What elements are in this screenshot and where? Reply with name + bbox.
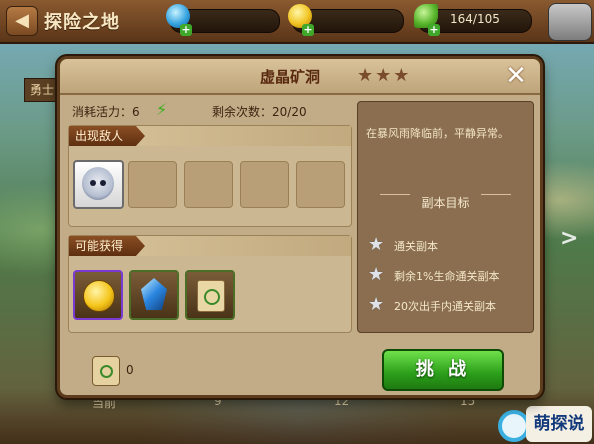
goal-star-icon: ★ bbox=[368, 294, 385, 315]
scroll-swirl bbox=[204, 289, 220, 305]
empty-enemy-slot bbox=[296, 161, 345, 208]
goal-title: 副本目标 bbox=[421, 196, 470, 210]
rewards-section: 可能获得 bbox=[68, 235, 352, 333]
top-bar: ◀ 探险之地 + + + 164/105 bbox=[0, 0, 594, 44]
dungeon-dialog: 虚晶矿洞 ★ ★ ★ ✕ 消耗活力：6 ⚡ 剩余次数：20/20 出现敌人 可能获得 bbox=[57, 56, 543, 398]
sweep-scroll-count: 0 bbox=[126, 363, 134, 377]
add-coin-button[interactable]: + bbox=[302, 24, 314, 36]
reward-slot-crystal[interactable] bbox=[129, 270, 179, 320]
enemies-section-title: 出现敌人 bbox=[69, 126, 146, 146]
scroll-icon bbox=[197, 280, 225, 312]
watermark: 萌探说 bbox=[526, 406, 592, 442]
add-stamina-button[interactable]: + bbox=[428, 24, 440, 36]
close-button[interactable]: ✕ bbox=[502, 62, 530, 90]
next-page-arrow-icon[interactable]: > bbox=[560, 226, 578, 251]
dialog-header: 虚晶矿洞 ★ ★ ★ ✕ bbox=[60, 59, 540, 95]
settings-button[interactable] bbox=[548, 3, 592, 41]
goal-text: 20次出手内通关副本 bbox=[394, 300, 496, 313]
remaining-attempts: 剩余次数：20/20 bbox=[212, 105, 307, 119]
enemy-eye bbox=[100, 180, 106, 186]
energy-cost: 消耗活力：6 bbox=[72, 105, 140, 119]
goal-text: 剩余1%生命通关副本 bbox=[394, 270, 500, 283]
goal-star-icon: ★ bbox=[368, 264, 385, 285]
goal-star-icon: ★ bbox=[368, 234, 385, 255]
area-title: 探险之地 bbox=[44, 12, 120, 33]
star-icon: ★ bbox=[375, 65, 392, 86]
enemy-slot[interactable] bbox=[73, 160, 124, 209]
enemies-section: 出现敌人 bbox=[68, 125, 352, 227]
sweep-scroll-icon bbox=[92, 356, 120, 386]
goal-text: 通关副本 bbox=[394, 240, 438, 253]
star-icon: ★ bbox=[393, 65, 410, 86]
stamina-count: 164/105 bbox=[450, 12, 500, 26]
empty-enemy-slot bbox=[128, 161, 177, 208]
lightning-icon: ⚡ bbox=[156, 100, 168, 119]
enemy-portrait-icon bbox=[82, 167, 114, 200]
enemy-eye bbox=[90, 180, 96, 186]
rewards-section-title: 可能获得 bbox=[69, 236, 146, 256]
dialog-title: 虚晶矿洞 bbox=[260, 68, 321, 86]
difficulty-stars: ★ ★ ★ bbox=[357, 66, 411, 85]
reward-slot-scroll[interactable] bbox=[185, 270, 235, 320]
back-button[interactable]: ◀ bbox=[6, 6, 38, 36]
dungeon-description: 在暴风雨降临前，平静异常。 bbox=[366, 127, 509, 140]
reward-slot-coin[interactable] bbox=[73, 270, 123, 320]
gold-coin-icon bbox=[83, 280, 115, 312]
star-icon: ★ bbox=[357, 65, 374, 86]
blue-crystal-icon bbox=[141, 278, 167, 310]
dungeon-goal-panel: 在暴风雨降临前，平静异常。 副本目标 ★ 通关副本 ★ 剩余1%生命通关副本 ★… bbox=[357, 101, 534, 333]
empty-enemy-slot bbox=[184, 161, 233, 208]
add-gem-button[interactable]: + bbox=[180, 24, 192, 36]
left-ribbon: 勇士 bbox=[24, 78, 60, 102]
challenge-button[interactable]: 挑 战 bbox=[382, 349, 504, 391]
empty-enemy-slot bbox=[240, 161, 289, 208]
